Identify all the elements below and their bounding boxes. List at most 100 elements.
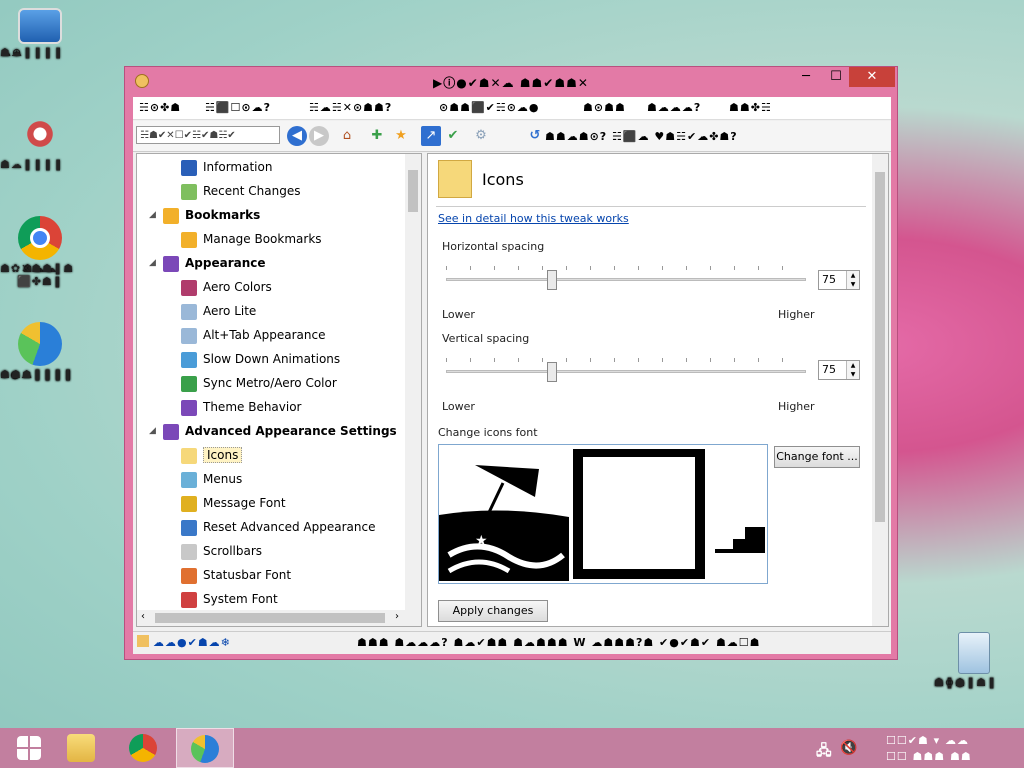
icons-folder-icon (438, 160, 472, 198)
tray-date[interactable]: ☐☐ ☗☗☗ ☗☗ (886, 750, 972, 763)
network-icon[interactable]: 🖧 (816, 740, 833, 764)
undo-icon[interactable]: ↺ (525, 126, 545, 146)
scrollbar-thumb[interactable] (155, 613, 385, 623)
menu-item[interactable]: ☗☁☁☁? (647, 101, 701, 114)
search-input[interactable]: ☵☗✔✕☐✔☵✔☗☵✔ (136, 126, 280, 144)
tree-item[interactable]: Aero Colors (181, 276, 272, 298)
menu-item[interactable]: ⊙☗☗⬛✔☵⊙☁● (439, 101, 540, 114)
menu-item[interactable]: ☵☁☵✕⊙☗☗? (309, 101, 392, 114)
collapse-icon[interactable]: ◢ (149, 252, 156, 274)
detail-link[interactable]: See in detail how this tweak works (438, 212, 629, 225)
back-icon[interactable]: ◀ (287, 126, 307, 146)
horizontal-spacing-slider[interactable] (446, 266, 806, 290)
tray-time[interactable]: ☐☐✔☗ ▾ ☁☁ (886, 734, 969, 747)
tree-item-label: Advanced Appearance Settings (185, 424, 397, 438)
minimize-button[interactable]: ─ (791, 67, 821, 87)
desktop-icon-chrome[interactable]: ☗☁☁⬛✤☗❚ ☗✿✕☗☗❚☗ (0, 216, 80, 288)
tree-category[interactable]: ◢ Bookmarks (149, 204, 260, 226)
desktop-icon-computer[interactable]: ☁⊕ ☗☁❚❚❚❚ (0, 8, 80, 59)
tree-item-label: Theme Behavior (203, 400, 302, 414)
menu-item[interactable]: ☵⬛☐⊙☁? (205, 101, 271, 114)
tree-item-icon (181, 447, 197, 464)
checkmark-icon[interactable]: ✔ (443, 126, 463, 146)
tree-item-icon (181, 471, 197, 488)
panel-title: Icons (482, 170, 524, 189)
tree-item[interactable]: Alt+Tab Appearance (181, 324, 325, 346)
tree-item[interactable]: Statusbar Font (181, 564, 291, 586)
tweaker-icon (18, 322, 62, 366)
desktop-icon-label: ☗✿✕☗☗❚☗ (0, 262, 75, 275)
desktop-icon-tweaker[interactable]: ⊙●☁❚❚❚❚ ☗☗☗❚❚❚❚ (0, 322, 80, 381)
tree-item[interactable]: Manage Bookmarks (181, 228, 322, 250)
gear-icon[interactable]: ⚙ (471, 126, 491, 146)
tree-item-icon (181, 519, 197, 536)
menu-item[interactable]: ☗⊙☗☗ (583, 101, 626, 114)
tree-item[interactable]: Icons (181, 444, 243, 466)
tree-item[interactable]: Sync Metro/Aero Color (181, 372, 337, 394)
horizontal-max-label: Higher (778, 308, 815, 321)
tree-item[interactable]: Theme Behavior (181, 396, 302, 418)
add-bookmark-icon[interactable]: ✚ (367, 126, 387, 146)
tree-item[interactable]: Reset Advanced Appearance (181, 516, 375, 538)
home-icon[interactable]: ⌂ (337, 126, 357, 146)
menu-item[interactable]: ☗☗✤☵ (729, 101, 772, 114)
font-preview: ★ (438, 444, 768, 584)
tree-item[interactable]: Menus (181, 468, 242, 490)
slider-thumb[interactable] (547, 270, 557, 290)
tree-vertical-scrollbar[interactable] (405, 154, 421, 610)
collapse-icon[interactable]: ◢ (149, 420, 156, 442)
tree-item[interactable]: Aero Lite (181, 300, 256, 322)
spinner-arrows-icon[interactable]: ▲ ▼ (846, 361, 859, 379)
spinner-value: 75 (822, 273, 836, 286)
tree-item[interactable]: System Font (181, 588, 278, 610)
status-text: ☗☗☗ ☗☁☁☁? ☗☁✔☗☗ ☗☁☗☗☗ W ☁☗☗☗?☗ ✔●✔☗✔ ☗☁☐… (357, 636, 761, 649)
window-client: ☵⊙✤☗ ☵⬛☐⊙☁? ☵☁☵✕⊙☗☗? ⊙☗☗⬛✔☵⊙☁● ☗⊙☗☗ ☗☁☁☁… (133, 97, 891, 654)
scroll-right-icon[interactable]: › (395, 611, 399, 622)
status-link[interactable]: ☁☁●✔☗☁❄ (153, 636, 231, 649)
start-button[interactable] (0, 728, 58, 768)
tree-item-label: Aero Lite (203, 304, 257, 318)
tree-item-label: Menus (203, 472, 243, 486)
share-icon[interactable]: ↗ (421, 126, 441, 146)
panel-vertical-scrollbar[interactable] (872, 154, 888, 626)
computer-icon (18, 8, 62, 44)
title-bar[interactable]: ▶ⓘ●✔☗✕☁ ☗☗✔☗☗✕ ─ ☐ ✕ (125, 67, 897, 95)
tree-item[interactable]: Scrollbars (181, 540, 262, 562)
taskbar-tweaker[interactable] (176, 728, 234, 768)
tweaker-icon (191, 735, 219, 763)
tree-item[interactable]: Information (181, 156, 272, 178)
maximize-button[interactable]: ☐ (821, 67, 851, 87)
volume-muted-icon[interactable]: 🔇 (840, 740, 858, 756)
tree-horizontal-scrollbar[interactable]: ‹ › (137, 610, 421, 626)
star-emblem-icon (18, 112, 62, 156)
scroll-left-icon[interactable]: ‹ (141, 611, 145, 622)
vertical-spacing-spinner[interactable]: 75 ▲ ▼ (818, 360, 860, 380)
star-icon[interactable]: ★ (391, 126, 411, 146)
tree-item[interactable]: Recent Changes (181, 180, 300, 202)
spinner-arrows-icon[interactable]: ▲ ▼ (846, 271, 859, 289)
tree-item[interactable]: Slow Down Animations (181, 348, 340, 370)
windows-logo-icon (17, 736, 41, 760)
collapse-icon[interactable]: ◢ (149, 204, 156, 226)
scrollbar-thumb[interactable] (408, 170, 418, 212)
horizontal-spacing-spinner[interactable]: 75 ▲ ▼ (818, 270, 860, 290)
apply-changes-button[interactable]: Apply changes (438, 600, 548, 622)
taskbar-file-explorer[interactable] (52, 728, 110, 768)
scrollbar-thumb[interactable] (875, 172, 885, 522)
svg-text:★: ★ (475, 533, 488, 549)
forward-icon[interactable]: ▶ (309, 126, 329, 146)
tree-item-icon (181, 495, 197, 512)
tree-item-label: Aero Colors (203, 280, 272, 294)
change-font-button[interactable]: Change font ... (774, 446, 860, 468)
desktop-icon-recycle-bin[interactable]: ☗❚☗❚☗❚ ☗⊙● (934, 632, 1014, 689)
close-button[interactable]: ✕ (849, 67, 895, 87)
slider-thumb[interactable] (547, 362, 557, 382)
menu-item[interactable]: ☵⊙✤☗ (139, 101, 181, 114)
taskbar-chrome[interactable] (114, 728, 172, 768)
change-font-label: Change icons font (438, 426, 538, 439)
desktop-icon-app[interactable]: ☗☁❚❚❚❚ (0, 112, 80, 171)
tree-item[interactable]: Message Font (181, 492, 286, 514)
tree-category[interactable]: ◢ Appearance (149, 252, 266, 274)
tree-category[interactable]: ◢ Advanced Appearance Settings (149, 420, 397, 442)
vertical-spacing-slider[interactable] (446, 358, 806, 382)
